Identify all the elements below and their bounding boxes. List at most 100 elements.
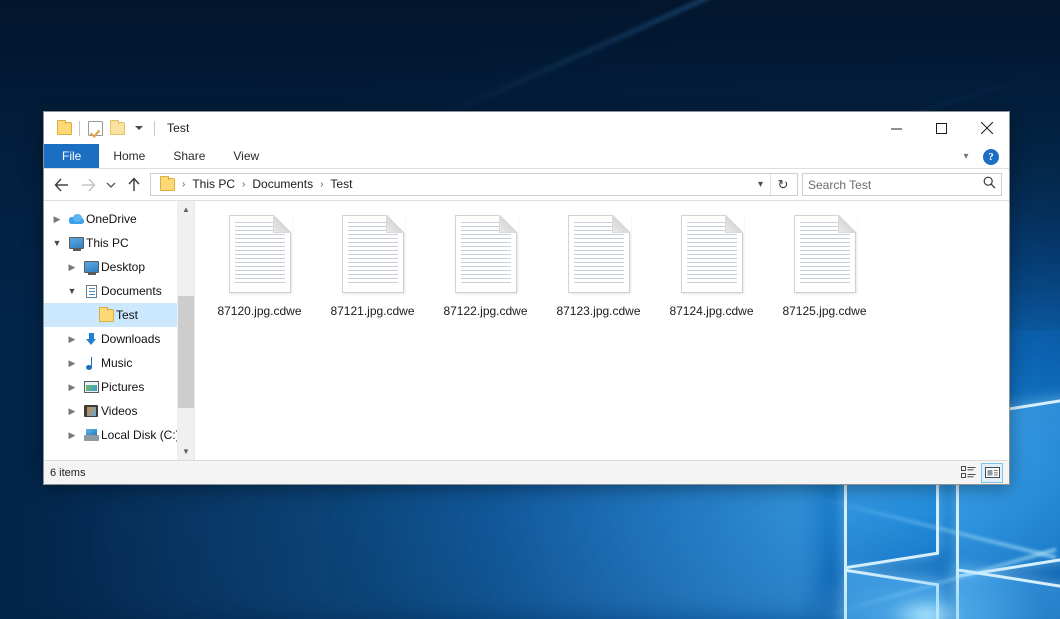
search-icon[interactable] bbox=[983, 176, 996, 194]
item-count-label: 6 items bbox=[50, 467, 85, 479]
chevron-down-icon[interactable]: ▼ bbox=[63, 287, 81, 296]
minimize-button[interactable] bbox=[874, 112, 919, 144]
back-button[interactable] bbox=[49, 172, 75, 198]
sidebar-item-downloads[interactable]: ▶ Downloads bbox=[44, 327, 194, 351]
chevron-down-icon[interactable]: ▾ bbox=[751, 179, 770, 190]
page-fold-corner bbox=[612, 215, 630, 233]
ribbon-tabs: File Home Share View ▾ ? bbox=[44, 144, 1009, 169]
sidebar-item-documents[interactable]: ▼Documents bbox=[44, 279, 194, 303]
disk-icon bbox=[81, 429, 101, 441]
file-name-label: 87120.jpg.cdwe bbox=[217, 304, 301, 318]
monitor-icon bbox=[81, 261, 101, 273]
forward-button[interactable] bbox=[75, 172, 101, 198]
large-icons-view-button[interactable] bbox=[981, 463, 1003, 483]
file-item[interactable]: 87124.jpg.cdwe bbox=[655, 211, 768, 323]
refresh-icon[interactable]: ↻ bbox=[771, 177, 795, 193]
file-item[interactable]: 87120.jpg.cdwe bbox=[203, 211, 316, 323]
chevron-right-icon[interactable]: ▶ bbox=[63, 431, 81, 440]
window-controls bbox=[874, 112, 1009, 144]
chevron-right-icon[interactable]: ▶ bbox=[48, 215, 66, 224]
page-fold-corner bbox=[273, 215, 291, 233]
toolbar-separator bbox=[154, 121, 155, 136]
scrollbar-thumb[interactable] bbox=[178, 296, 195, 408]
generic-document-icon bbox=[794, 215, 856, 293]
chevron-right-icon[interactable]: ▶ bbox=[63, 407, 81, 416]
scrollbar-track[interactable] bbox=[178, 218, 195, 443]
sidebar-item-onedrive[interactable]: ▶OneDrive bbox=[44, 207, 194, 231]
search-box[interactable]: Search Test bbox=[802, 173, 1002, 196]
address-folder-icon bbox=[156, 174, 178, 196]
chevron-down-icon[interactable]: ▾ bbox=[957, 151, 975, 162]
sidebar-item-label: Music bbox=[101, 356, 132, 370]
sidebar-item-test[interactable]: Test bbox=[44, 303, 194, 327]
details-view-button[interactable] bbox=[957, 463, 979, 483]
file-explorer-window: Test File Home Share View ▾ ? bbox=[43, 111, 1010, 485]
download-icon bbox=[81, 333, 101, 346]
file-item[interactable]: 87123.jpg.cdwe bbox=[542, 211, 655, 323]
sidebar-item-music[interactable]: ▶ Music bbox=[44, 351, 194, 375]
scroll-down-icon[interactable]: ▼ bbox=[178, 443, 195, 460]
sidebar-item-desktop[interactable]: ▶ Desktop bbox=[44, 255, 194, 279]
sidebar-item-label: Pictures bbox=[101, 380, 144, 394]
sidebar-item-label: Test bbox=[116, 308, 138, 322]
up-button[interactable] bbox=[121, 172, 147, 198]
document-icon bbox=[81, 285, 101, 298]
close-button[interactable] bbox=[964, 112, 1009, 144]
new-folder-icon[interactable] bbox=[106, 117, 128, 139]
address-bar[interactable]: › This PC › Documents › Test ▾ ↻ bbox=[150, 173, 798, 196]
search-input[interactable]: Search Test bbox=[808, 178, 983, 192]
breadcrumb-test[interactable]: Test bbox=[327, 174, 355, 195]
address-bar-row: › This PC › Documents › Test ▾ ↻ Search … bbox=[44, 169, 1009, 200]
page-fold-corner bbox=[499, 215, 517, 233]
chevron-right-icon[interactable]: ▶ bbox=[63, 263, 81, 272]
monitor-icon bbox=[66, 237, 86, 249]
sidebar-item-local-disk-c[interactable]: ▶Local Disk (C:) bbox=[44, 423, 194, 447]
address-bar-actions: ▾ ↻ bbox=[751, 174, 795, 195]
page-fold-corner bbox=[386, 215, 404, 233]
sidebar-item-pictures[interactable]: ▶ Pictures bbox=[44, 375, 194, 399]
recent-locations-button[interactable] bbox=[101, 172, 121, 198]
tab-share[interactable]: Share bbox=[159, 144, 219, 168]
sidebar-item-label: Videos bbox=[101, 404, 137, 418]
breadcrumb-this-pc[interactable]: This PC bbox=[189, 174, 238, 195]
chevron-right-icon[interactable]: ▶ bbox=[63, 359, 81, 368]
tab-file[interactable]: File bbox=[44, 144, 99, 168]
tab-home[interactable]: Home bbox=[99, 144, 159, 168]
file-list-pane[interactable]: 87120.jpg.cdwe 87121.jpg.cdwe 87122.jpg.cd… bbox=[194, 201, 1009, 460]
breadcrumb-separator: › bbox=[178, 174, 189, 195]
breadcrumb-documents[interactable]: Documents bbox=[249, 174, 316, 195]
sidebar-item-label: This PC bbox=[86, 236, 129, 250]
sidebar-item-videos[interactable]: ▶ Videos bbox=[44, 399, 194, 423]
properties-checkbox-icon[interactable] bbox=[84, 117, 106, 139]
title-bar: Test bbox=[44, 112, 1009, 144]
file-item[interactable]: 87121.jpg.cdwe bbox=[316, 211, 429, 323]
breadcrumb-separator: › bbox=[238, 174, 249, 195]
generic-document-icon bbox=[568, 215, 630, 293]
file-name-label: 87125.jpg.cdwe bbox=[782, 304, 866, 318]
chevron-down-icon[interactable]: ▼ bbox=[48, 239, 66, 248]
folder-icon[interactable] bbox=[53, 117, 75, 139]
sidebar-item-this-pc[interactable]: ▼ This PC bbox=[44, 231, 194, 255]
sidebar-item-label: Desktop bbox=[101, 260, 145, 274]
folder-icon bbox=[96, 309, 116, 322]
navigation-scrollbar[interactable]: ▲ ▼ bbox=[177, 201, 194, 460]
file-item[interactable]: 87122.jpg.cdwe bbox=[429, 211, 542, 323]
generic-document-icon bbox=[455, 215, 517, 293]
chevron-right-icon[interactable]: ▶ bbox=[63, 383, 81, 392]
chevron-right-icon[interactable]: ▶ bbox=[63, 335, 81, 344]
wallpaper-glow bbox=[806, 555, 1046, 619]
cloud-icon bbox=[66, 214, 86, 224]
file-name-label: 87121.jpg.cdwe bbox=[330, 304, 414, 318]
tab-view[interactable]: View bbox=[219, 144, 273, 168]
help-button[interactable]: ? bbox=[983, 149, 999, 165]
customize-caret-icon[interactable] bbox=[128, 117, 150, 139]
file-name-label: 87122.jpg.cdwe bbox=[443, 304, 527, 318]
generic-document-icon bbox=[229, 215, 291, 293]
scroll-up-icon[interactable]: ▲ bbox=[178, 201, 195, 218]
maximize-button[interactable] bbox=[919, 112, 964, 144]
sidebar-item-label: Downloads bbox=[101, 332, 160, 346]
generic-document-icon bbox=[342, 215, 404, 293]
file-item[interactable]: 87125.jpg.cdwe bbox=[768, 211, 881, 323]
view-buttons bbox=[957, 463, 1003, 483]
status-bar: 6 items bbox=[44, 460, 1009, 484]
